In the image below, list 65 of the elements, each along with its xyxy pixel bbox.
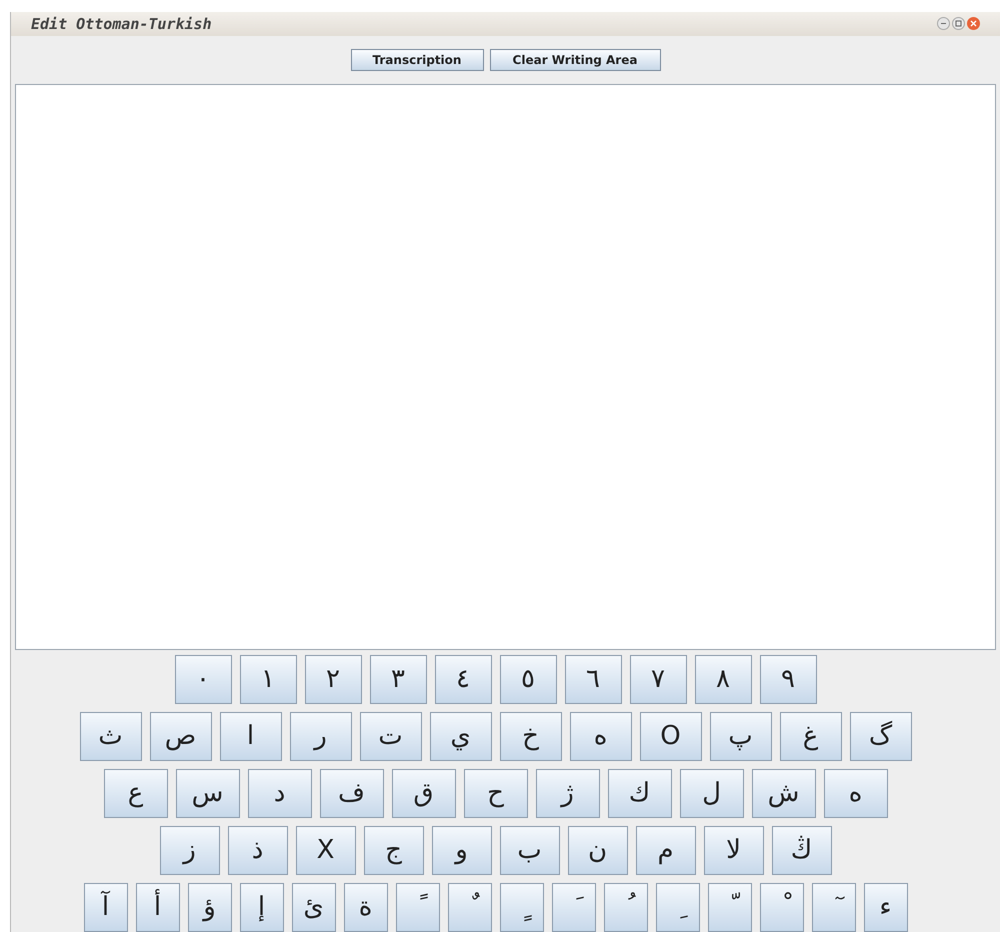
key-button[interactable]: ع (104, 769, 168, 818)
key-button[interactable]: ت (360, 712, 422, 761)
key-button[interactable]: ٍ (500, 883, 544, 932)
key-button[interactable]: م (636, 826, 696, 875)
key-button[interactable]: ن (568, 826, 628, 875)
minimize-icon[interactable] (937, 17, 950, 30)
key-button[interactable]: ٦ (564, 655, 622, 704)
key-button[interactable]: ق (392, 769, 456, 818)
key-button[interactable]: إ (240, 883, 284, 932)
key-button[interactable]: ِ (656, 883, 700, 932)
key-button[interactable]: ه (570, 712, 632, 761)
key-button[interactable]: ْ (760, 883, 804, 932)
key-button[interactable]: لا (704, 826, 764, 875)
key-button[interactable]: د (248, 769, 312, 818)
key-button[interactable]: X (296, 826, 356, 875)
key-button[interactable]: ب (500, 826, 560, 875)
key-button[interactable]: ة (344, 883, 388, 932)
key-button[interactable]: ١ (240, 655, 296, 704)
key-button[interactable]: پ (710, 712, 772, 761)
key-button[interactable]: أ (136, 883, 180, 932)
toolbar-button[interactable]: Transcription (350, 48, 484, 71)
key-button[interactable]: خ (500, 712, 562, 761)
key-button[interactable]: ٣ (370, 655, 426, 704)
key-button[interactable]: ُ (604, 883, 648, 932)
close-icon[interactable] (967, 17, 980, 30)
key-button[interactable]: ٌ (448, 883, 492, 932)
key-button[interactable]: ي (430, 712, 492, 761)
key-button[interactable]: ٤ (434, 655, 492, 704)
key-button[interactable]: ص (150, 712, 212, 761)
key-button[interactable]: ز (160, 826, 220, 875)
key-button[interactable]: ژ (536, 769, 600, 818)
key-button[interactable]: ٩ (760, 655, 816, 704)
key-button[interactable]: ٓ (812, 883, 856, 932)
toolbar-button[interactable]: Clear Writing Area (490, 48, 660, 71)
key-button[interactable]: و (432, 826, 492, 875)
key-button[interactable]: ٨ (694, 655, 752, 704)
maximize-icon[interactable] (952, 17, 965, 30)
key-button[interactable]: ا (220, 712, 282, 761)
key-button[interactable]: ش (752, 769, 816, 818)
key-button[interactable]: ح (464, 769, 528, 818)
key-button[interactable]: ً (396, 883, 440, 932)
key-button[interactable]: ء (864, 883, 908, 932)
key-button[interactable]: ك (608, 769, 672, 818)
key-button[interactable]: ل (680, 769, 744, 818)
key-button[interactable]: غ (780, 712, 842, 761)
key-button[interactable]: ئ (292, 883, 336, 932)
key-button[interactable]: ر (290, 712, 352, 761)
key-button[interactable]: ؤ (188, 883, 232, 932)
key-button[interactable]: ٥ (500, 655, 556, 704)
key-button[interactable]: ث (80, 712, 142, 761)
key-button[interactable]: ڭ (772, 826, 832, 875)
key-button[interactable]: س (176, 769, 240, 818)
key-button[interactable]: ٢ (304, 655, 362, 704)
key-button[interactable]: ه (824, 769, 888, 818)
key-button[interactable]: ف (320, 769, 384, 818)
key-button[interactable]: َ (552, 883, 596, 932)
key-button[interactable]: O (640, 712, 702, 761)
window-title: Edit Ottoman-Turkish (31, 14, 212, 35)
key-button[interactable]: ٧ (630, 655, 686, 704)
key-button[interactable]: ّ (708, 883, 752, 932)
key-button[interactable]: ذ (228, 826, 288, 875)
key-button[interactable]: ج (364, 826, 424, 875)
key-button[interactable]: آ (84, 883, 128, 932)
key-button[interactable]: گ (850, 712, 912, 761)
key-button[interactable]: ٠ (174, 655, 232, 704)
